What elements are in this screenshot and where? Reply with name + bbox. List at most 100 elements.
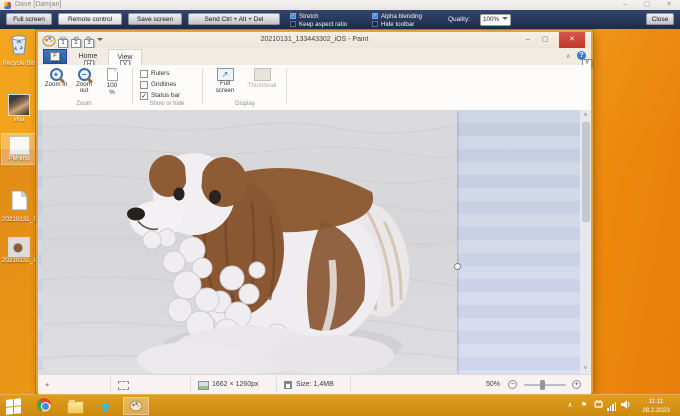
- canvas-area[interactable]: ∧ ∨: [38, 110, 591, 374]
- chrome-icon: [37, 398, 51, 412]
- tray-clock[interactable]: 11:11 28.2.2023: [636, 397, 676, 415]
- zoom-in-status-button[interactable]: +: [572, 380, 581, 389]
- hide-toolbar-checkbox[interactable]: [372, 21, 378, 27]
- undo-keytip: 2: [71, 39, 81, 48]
- file-keytip: F: [50, 52, 60, 61]
- alpha-blending-checkbox[interactable]: ✓: [372, 13, 378, 19]
- file-size: Size: 1,4MB: [296, 375, 334, 394]
- page-icon: [107, 68, 118, 81]
- group-separator: [286, 68, 287, 104]
- qat-dropdown-caret-icon[interactable]: [97, 38, 103, 41]
- close-session-button[interactable]: Close: [646, 13, 674, 25]
- remote-viewer-title: Dave [Damjan]: [15, 0, 61, 10]
- desktop-icon-document[interactable]: 20210131_1...: [2, 190, 36, 223]
- zoom-in-label: Zoom in: [44, 82, 68, 89]
- zoom-100-label: 100 %: [104, 83, 120, 96]
- taskbar: e ∧ ⚑ 11:11 28.2.2023: [0, 394, 680, 416]
- viewer-minimize-button[interactable]: –: [618, 0, 632, 10]
- canvas-resize-handle[interactable]: [454, 263, 461, 270]
- quality-dropdown[interactable]: 100%: [480, 14, 511, 26]
- photo-canvas[interactable]: [42, 110, 457, 374]
- quality-value: 100%: [483, 16, 499, 23]
- gridlines-checkbox[interactable]: [140, 81, 148, 89]
- viewer-maximize-button[interactable]: ▢: [640, 0, 654, 10]
- status-bar-checkbox[interactable]: ✓: [140, 92, 148, 100]
- file-explorer-icon: [67, 401, 84, 414]
- zoom-100-button[interactable]: 100 %: [100, 68, 124, 98]
- start-button[interactable]: [6, 398, 24, 414]
- vertical-scrollbar[interactable]: ∧ ∨: [580, 110, 591, 374]
- zoom-out-status-button[interactable]: −: [508, 380, 517, 389]
- taskbar-explorer-button[interactable]: [64, 398, 86, 414]
- dropdown-caret-icon: [502, 17, 508, 20]
- viewer-close-button[interactable]: ✕: [662, 0, 676, 10]
- desktop-icon-photo-vilja[interactable]: vilja: [2, 94, 36, 123]
- cursor-position-icon: +: [45, 375, 49, 394]
- desktop-icon-label: PM-imp: [2, 155, 36, 162]
- desktop-icon-label: 20210131_1...: [2, 257, 36, 264]
- paint-icon: [129, 399, 143, 412]
- taskbar-chrome-button[interactable]: [33, 398, 55, 414]
- zoom-in-button[interactable]: + Zoom in: [44, 68, 68, 98]
- hide-toolbar-label: Hide toolbar: [381, 21, 414, 28]
- file-size-icon: [284, 381, 292, 389]
- clock-time: 11:11: [636, 397, 676, 406]
- document-icon: [11, 190, 28, 211]
- scroll-down-icon[interactable]: ∨: [580, 363, 591, 374]
- quality-label: Quality:: [448, 16, 470, 23]
- thumbnail-icon: [254, 68, 271, 81]
- desktop-icon-pm-imp[interactable]: PM-imp: [2, 134, 36, 164]
- collapse-ribbon-icon[interactable]: ∧: [566, 53, 570, 60]
- zoom-level: 50%: [486, 375, 500, 394]
- full-screen-ribbon-button[interactable]: ↗ Full screen: [210, 68, 240, 98]
- redo-keytip: 3: [84, 39, 94, 48]
- paint-status-bar: + 1662 × 1260px Size: 1,4MB 50% − +: [38, 374, 591, 394]
- image-dimensions: 1662 × 1260px: [212, 375, 259, 394]
- taskbar-paint-button[interactable]: [124, 398, 148, 414]
- full-screen-button[interactable]: Full screen: [6, 13, 52, 25]
- taskbar-ie-button[interactable]: e: [95, 398, 117, 414]
- photo-thumbnail-icon: [8, 237, 30, 257]
- keep-aspect-ratio-checkbox[interactable]: [290, 21, 296, 27]
- desktop-icon-photo-dog[interactable]: 20210131_1...: [2, 237, 36, 264]
- desktop-icon-label: 20210131_1...: [2, 216, 36, 223]
- rulers-checkbox[interactable]: [140, 70, 148, 78]
- paint-maximize-button[interactable]: ▢: [538, 32, 552, 48]
- clock-date: 28.2.2023: [636, 406, 676, 415]
- desktop: Recycle Bin vilja PM-imp 20210131_1... 2…: [0, 29, 680, 394]
- ribbon-view: + Zoom in − Zoom out 100 % Zoom Rulers: [38, 65, 591, 111]
- save-keytip: 1: [58, 39, 68, 48]
- alpha-blending-label: Alpha blending: [381, 13, 422, 20]
- desktop-icon-recycle-bin[interactable]: Recycle Bin: [2, 33, 36, 67]
- stretch-checkbox[interactable]: ✓: [290, 13, 296, 19]
- save-screen-button[interactable]: Save screen: [128, 13, 182, 25]
- image-dimensions-icon: [198, 381, 209, 390]
- remote-control-button[interactable]: Remote control: [58, 13, 122, 25]
- rulers-label: Rulers: [151, 69, 169, 78]
- zoom-slider-thumb[interactable]: [540, 380, 545, 390]
- scroll-up-icon[interactable]: ∧: [580, 110, 591, 121]
- power-icon[interactable]: [592, 400, 604, 414]
- thumbnail-label: Thumbnail: [244, 83, 280, 90]
- desktop-icon-label: Recycle Bin: [2, 60, 36, 67]
- windows-logo-icon: [6, 398, 22, 415]
- recycle-bin-icon: [9, 33, 29, 55]
- zoom-out-button[interactable]: − Zoom out: [72, 68, 96, 98]
- scrollbar-thumb[interactable]: [582, 122, 590, 222]
- volume-icon[interactable]: [620, 400, 632, 414]
- gridlines-label: Gridlines: [151, 80, 176, 89]
- zoom-group-label: Zoom: [38, 101, 130, 107]
- stretch-label: Stretch: [299, 13, 319, 20]
- paint-close-button[interactable]: ✕: [559, 32, 585, 48]
- card-thumbnail-icon: [9, 136, 30, 155]
- desktop-icon-label: vilja: [2, 116, 36, 123]
- paint-minimize-button[interactable]: –: [521, 32, 535, 48]
- zoom-slider-track[interactable]: [524, 384, 566, 386]
- show-hidden-icons-button[interactable]: ∧: [564, 400, 576, 412]
- photo-thumbnail-icon: [8, 94, 30, 116]
- send-ctrl-alt-del-button[interactable]: Send Ctrl + Alt + Del: [188, 13, 280, 25]
- action-center-flag-icon[interactable]: ⚑: [578, 400, 590, 412]
- network-signal-icon[interactable]: [606, 400, 618, 411]
- paint-titlebar: 20210131_133443302_iOS - Paint ▤ 1 ↶ 2 ↷…: [38, 32, 591, 48]
- show-group-label: Show or hide: [134, 101, 200, 107]
